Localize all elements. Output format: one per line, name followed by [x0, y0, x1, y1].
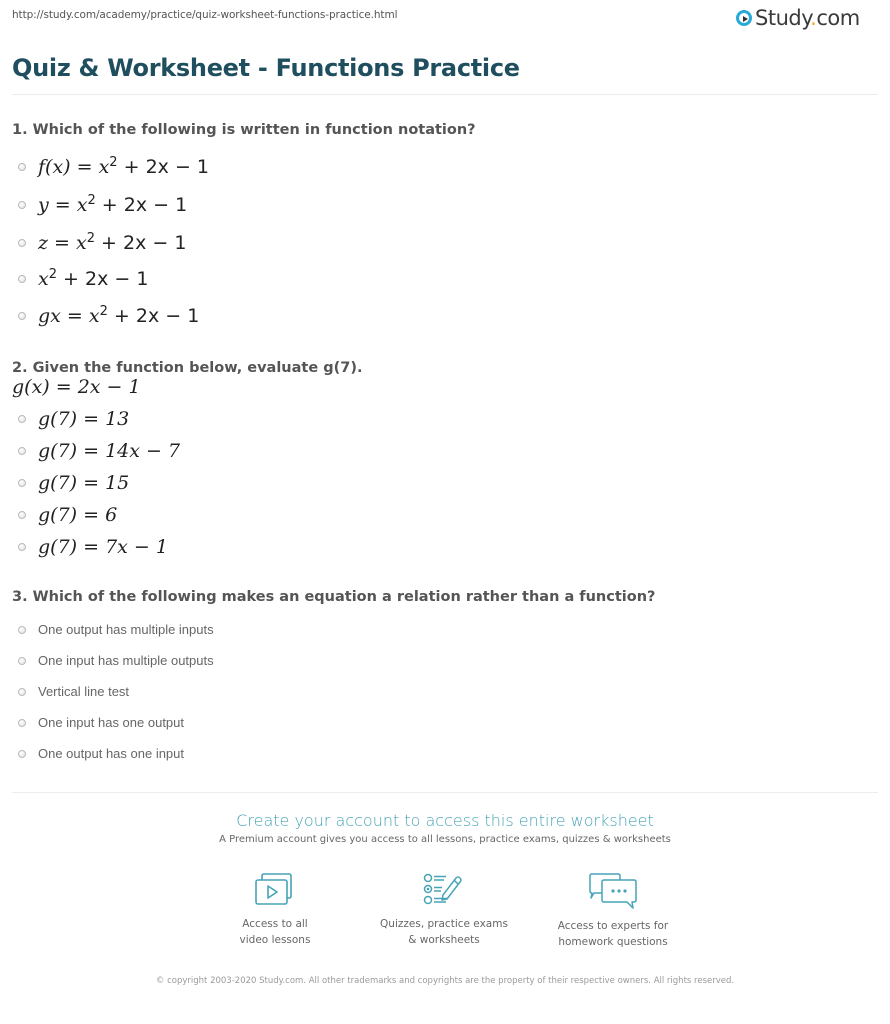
question-1-option-5[interactable]: gx = x2 + 2x − 1 — [18, 305, 199, 327]
option-formula: g(7) = 7x − 1 — [38, 536, 168, 558]
radio-button[interactable] — [18, 201, 26, 209]
radio-button[interactable] — [18, 543, 26, 551]
question-2-option-3[interactable]: g(7) = 15 — [18, 472, 129, 494]
promo-divider — [12, 792, 878, 793]
feature-label: Quizzes, practice exams & worksheets — [380, 918, 508, 946]
promo-title[interactable]: Create your account to access this entir… — [0, 811, 890, 830]
radio-button[interactable] — [18, 718, 26, 727]
option-formula: f(x) = x2 + 2x − 1 — [38, 155, 209, 178]
feature-label: Access to experts for homework questions — [557, 920, 669, 948]
option-formula: g(7) = 6 — [38, 504, 118, 526]
question-3-option-3[interactable]: Vertical line test — [18, 684, 129, 699]
logo-text-main: Study — [755, 6, 811, 30]
radio-button[interactable] — [18, 625, 26, 634]
option-label: One input has multiple outputs — [38, 653, 214, 668]
promo-subtitle: A Premium account gives you access to al… — [219, 834, 671, 845]
question-2-option-2[interactable]: g(7) = 14x − 7 — [18, 440, 180, 462]
radio-button[interactable] — [18, 163, 26, 171]
quiz-checklist-icon — [423, 873, 462, 905]
page-url: http://study.com/academy/practice/quiz-w… — [12, 9, 398, 21]
radio-button[interactable] — [18, 447, 26, 455]
radio-button[interactable] — [18, 312, 26, 320]
radio-button[interactable] — [18, 239, 26, 247]
page-title: Quiz & Worksheet - Functions Practice — [12, 54, 520, 82]
option-formula: g(7) = 14x − 7 — [38, 440, 181, 462]
question-1-option-3[interactable]: z = x2 + 2x − 1 — [18, 232, 186, 254]
video-lessons-icon — [255, 873, 292, 905]
question-1-option-4[interactable]: x2 + 2x − 1 — [18, 268, 148, 290]
question-3-option-5[interactable]: One output has one input — [18, 746, 184, 761]
question-2-given-function: g(x) = 2x − 1 — [12, 376, 141, 398]
option-formula: z = x2 + 2x − 1 — [38, 231, 187, 254]
question-3-option-2[interactable]: One input has multiple outputs — [18, 653, 214, 668]
radio-button[interactable] — [18, 479, 26, 487]
question-2-option-5[interactable]: g(7) = 7x − 1 — [18, 536, 168, 558]
question-1-option-1[interactable]: f(x) = x2 + 2x − 1 — [18, 156, 209, 178]
feature-quizzes: Quizzes, practice exams & worksheets — [364, 872, 524, 948]
title-divider — [12, 94, 878, 95]
option-label: Vertical line test — [38, 684, 130, 699]
feature-label: Access to all video lessons — [239, 918, 311, 946]
radio-button[interactable] — [18, 275, 26, 283]
radio-button[interactable] — [18, 656, 26, 665]
logo-text: Study.com — [755, 6, 860, 30]
question-1-option-2[interactable]: y = x2 + 2x − 1 — [18, 194, 187, 216]
option-formula: y = x2 + 2x − 1 — [38, 193, 188, 216]
option-formula: g(7) = 15 — [38, 472, 130, 494]
chat-bubbles-icon — [589, 873, 637, 909]
radio-button[interactable] — [18, 749, 26, 758]
option-formula: gx = x2 + 2x − 1 — [38, 304, 200, 327]
study-logo[interactable]: Study.com — [736, 6, 860, 30]
option-formula: x2 + 2x − 1 — [38, 267, 149, 290]
option-label: One output has multiple inputs — [38, 622, 214, 637]
question-3-text: 3. Which of the following makes an equat… — [12, 589, 656, 605]
radio-button[interactable] — [18, 415, 26, 423]
question-2-option-4[interactable]: g(7) = 6 — [18, 504, 117, 526]
question-3-option-4[interactable]: One input has one output — [18, 715, 184, 730]
radio-button[interactable] — [18, 511, 26, 519]
copyright-text: © copyright 2003-2020 Study.com. All oth… — [155, 976, 735, 986]
radio-button[interactable] — [18, 687, 26, 696]
feature-experts: Access to experts for homework questions — [533, 872, 693, 950]
option-label: One input has one output — [38, 715, 185, 730]
question-3-option-1[interactable]: One output has multiple inputs — [18, 622, 214, 637]
question-2-option-1[interactable]: g(7) = 13 — [18, 408, 129, 430]
feature-video-lessons: Access to all video lessons — [195, 872, 355, 948]
option-label: One output has one input — [38, 746, 185, 761]
play-circle-icon — [736, 10, 752, 26]
option-formula: g(7) = 13 — [38, 408, 130, 430]
question-2-text: 2. Given the function below, evaluate g(… — [12, 360, 363, 376]
logo-text-tail: com — [816, 6, 860, 30]
question-1-text: 1. Which of the following is written in … — [12, 122, 476, 138]
